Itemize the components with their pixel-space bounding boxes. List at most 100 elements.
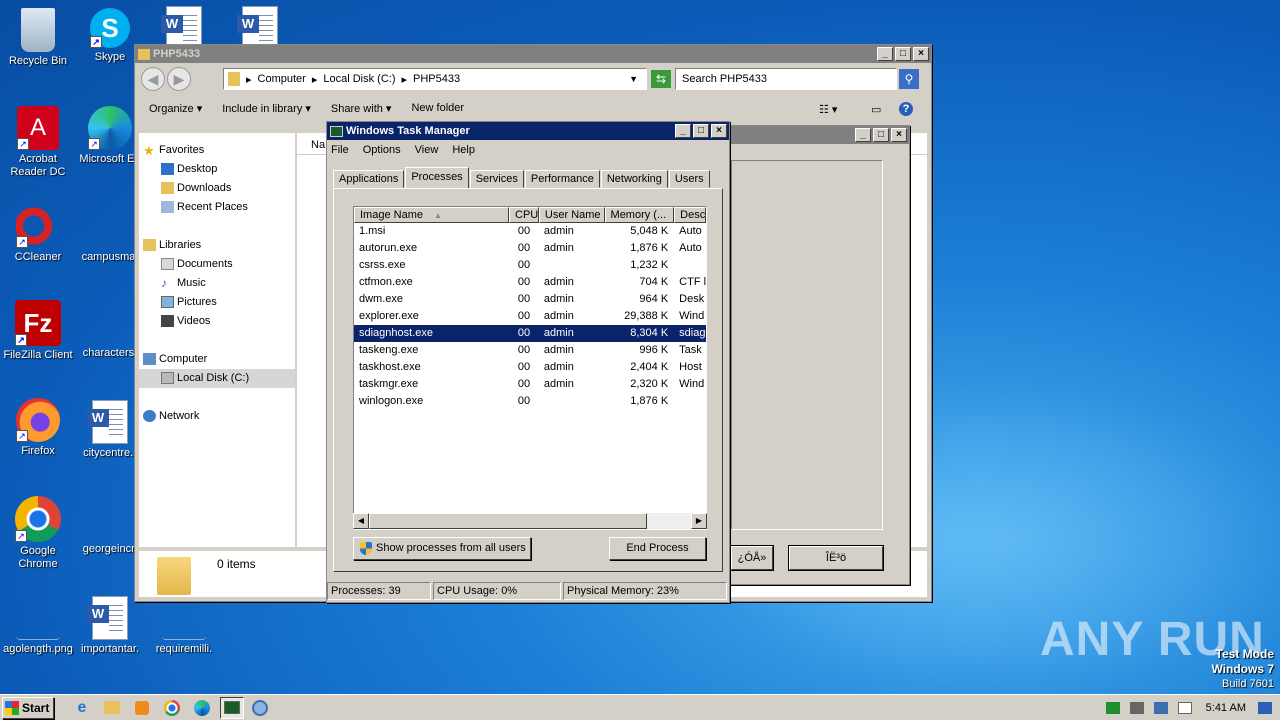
desktop-icon-chrome[interactable]: ↗ Google Chrome	[0, 496, 76, 571]
desktop-icon-acrobat[interactable]: A ↗ Acrobat Reader DC	[0, 106, 76, 179]
tab-users[interactable]: Users	[668, 170, 710, 188]
table-row[interactable]: taskmgr.exe 00 admin 2,320 K Wind	[354, 376, 706, 393]
taskbar-edge-icon[interactable]	[190, 697, 214, 719]
desktop-icon-importantar[interactable]: W importantar.	[72, 596, 148, 656]
scroll-left-button[interactable]: ◀	[353, 513, 369, 529]
taskbar-explorer-icon[interactable]	[100, 697, 124, 719]
include-in-library-button[interactable]: Include in library ▾	[222, 102, 311, 115]
table-row[interactable]: dwm.exe 00 admin 964 K Desk	[354, 291, 706, 308]
tab-services[interactable]: Services	[469, 170, 524, 188]
show-all-processes-button[interactable]: Show processes from all users	[353, 537, 531, 560]
menu-options[interactable]: Options	[363, 144, 401, 156]
desktop-icon-agolength[interactable]: agolength.png	[0, 596, 76, 656]
end-process-button[interactable]: End Process	[609, 537, 706, 560]
nav-desktop[interactable]: Desktop	[139, 160, 295, 179]
minimize-button[interactable]: _	[675, 124, 691, 138]
clock[interactable]: 5:41 AM	[1206, 702, 1246, 714]
preview-pane-icon[interactable]: ▭	[871, 103, 881, 116]
close-button[interactable]: ×	[913, 47, 929, 61]
search-icon[interactable]: ⚲	[899, 69, 919, 89]
column-user-name[interactable]: User Name	[538, 207, 605, 223]
tab-performance[interactable]: Performance	[524, 170, 600, 188]
desktop-icon-filezilla[interactable]: Fz ↗ FileZilla Client	[0, 300, 76, 362]
tray-network-icon[interactable]	[1153, 701, 1168, 714]
nav-recent-places[interactable]: Recent Places	[139, 198, 295, 217]
tray-keyboard-icon[interactable]	[1129, 701, 1144, 714]
desktop-icon-requiremilli[interactable]: requiremilli.	[146, 596, 222, 656]
process-list[interactable]: Image Name ▲ CPU User Name Memory (... D…	[353, 206, 707, 530]
share-with-button[interactable]: Share with ▾	[331, 102, 392, 115]
menu-help[interactable]: Help	[452, 144, 475, 156]
minimize-button[interactable]: _	[877, 47, 893, 61]
nav-music[interactable]: ♪ Music	[139, 274, 295, 293]
explorer-titlebar[interactable]: PHP5433 _ □ ×	[135, 45, 931, 63]
taskbar-diagnostic-icon[interactable]	[248, 697, 272, 719]
maximize-button[interactable]: □	[873, 128, 889, 142]
nav-favorites[interactable]: ★ Favorites	[139, 141, 295, 160]
tab-applications[interactable]: Applications	[333, 170, 405, 188]
new-folder-button[interactable]: New folder	[411, 102, 464, 114]
table-row[interactable]: taskhost.exe 00 admin 2,404 K Host	[354, 359, 706, 376]
table-row[interactable]: explorer.exe 00 admin 29,388 K Wind	[354, 308, 706, 325]
tab-networking[interactable]: Networking	[600, 170, 668, 188]
chevron-down-icon[interactable]: ▼	[629, 74, 638, 84]
view-options-icon[interactable]: ☷ ▾	[819, 103, 837, 116]
show-desktop-icon[interactable]	[1258, 701, 1272, 714]
breadcrumb-local-disk[interactable]: Local Disk (C:)	[323, 73, 395, 85]
breadcrumb-computer[interactable]: Computer	[258, 73, 306, 85]
help-icon[interactable]: ?	[899, 102, 913, 116]
breadcrumb-php5433[interactable]: PHP5433	[413, 73, 460, 85]
column-description[interactable]: Desc	[674, 207, 706, 223]
nav-libraries[interactable]: Libraries	[139, 236, 295, 255]
table-row[interactable]: csrss.exe 00 1,232 K	[354, 257, 706, 274]
start-button[interactable]: Start	[2, 696, 54, 719]
table-row[interactable]: 1.msi 00 admin 5,048 K Auto	[354, 223, 706, 240]
horizontal-scrollbar[interactable]: ◀ ▶	[353, 513, 707, 529]
task-manager-titlebar[interactable]: Windows Task Manager _ □ ×	[327, 122, 729, 140]
table-row[interactable]: taskeng.exe 00 admin 996 K Task	[354, 342, 706, 359]
address-bar[interactable]: ▸ Computer ▸ Local Disk (C:) ▸ PHP5433 ▼	[223, 68, 647, 90]
nav-computer[interactable]: Computer	[139, 350, 295, 369]
recycle-bin-icon	[21, 8, 55, 52]
nav-pictures[interactable]: Pictures	[139, 293, 295, 312]
maximize-button[interactable]: □	[693, 124, 709, 138]
table-row[interactable]: autorun.exe 00 admin 1,876 K Auto	[354, 240, 706, 257]
taskbar-chrome-icon[interactable]	[160, 697, 184, 719]
desktop-icon-ccleaner[interactable]: ↗ CCleaner	[0, 204, 76, 264]
refresh-button[interactable]: ⇆	[651, 70, 671, 88]
scroll-right-button[interactable]: ▶	[691, 513, 707, 529]
dialog-button-1[interactable]: ¿ÓÅ»	[731, 546, 773, 570]
table-row[interactable]: sdiagnhost.exe 00 admin 8,304 K sdiag	[354, 325, 706, 342]
taskbar-ie-icon[interactable]: e	[70, 697, 94, 719]
tray-flag-icon[interactable]	[1177, 701, 1192, 714]
maximize-button[interactable]: □	[895, 47, 911, 61]
dialog-button-2[interactable]: ÎË³ö	[789, 546, 883, 570]
organize-button[interactable]: Organize ▾	[149, 102, 202, 115]
column-image-name[interactable]: Image Name ▲	[354, 207, 510, 223]
nav-documents[interactable]: Documents	[139, 255, 295, 274]
forward-button[interactable]: ▶	[167, 67, 191, 91]
desktop-icon-firefox[interactable]: ↗ Firefox	[0, 398, 76, 458]
nav-videos[interactable]: Videos	[139, 312, 295, 331]
search-input[interactable]: Search PHP5433	[675, 68, 897, 90]
scrollbar-thumb[interactable]	[369, 513, 647, 529]
table-row[interactable]: winlogon.exe 00 1,876 K	[354, 393, 706, 410]
desktop-icon-recycle-bin[interactable]: Recycle Bin	[0, 8, 76, 68]
column-memory[interactable]: Memory (...	[604, 207, 675, 223]
taskbar-media-player-icon[interactable]	[130, 697, 154, 719]
table-row[interactable]: ctfmon.exe 00 admin 704 K CTF l	[354, 274, 706, 291]
tab-processes[interactable]: Processes	[405, 167, 469, 188]
nav-local-disk[interactable]: Local Disk (C:)	[139, 369, 295, 388]
minimize-button[interactable]: _	[855, 128, 871, 142]
back-button[interactable]: ◀	[141, 67, 165, 91]
dialog-titlebar[interactable]: _ □ ×	[725, 126, 909, 144]
menu-file[interactable]: File	[331, 144, 349, 156]
menu-view[interactable]: View	[415, 144, 439, 156]
close-button[interactable]: ×	[711, 124, 727, 138]
column-cpu[interactable]: CPU	[509, 207, 539, 223]
tray-green-icon[interactable]	[1105, 701, 1120, 714]
nav-downloads[interactable]: Downloads	[139, 179, 295, 198]
taskbar-task-manager-icon[interactable]	[220, 696, 244, 719]
nav-network[interactable]: Network	[139, 407, 295, 426]
close-button[interactable]: ×	[891, 128, 907, 142]
